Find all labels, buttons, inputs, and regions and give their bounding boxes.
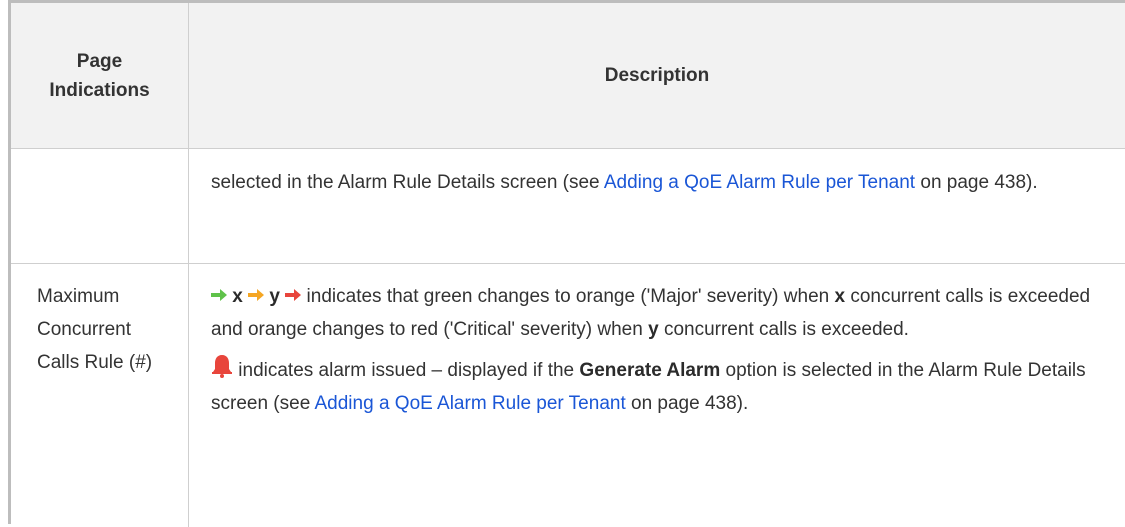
description-cell: x y indicates that green changes to oran… bbox=[189, 264, 1125, 527]
table-row: Maximum Concurrent Calls Rule (#) x y in… bbox=[11, 264, 1125, 527]
adding-qoe-alarm-rule-link[interactable]: Adding a QoE Alarm Rule per Tenant bbox=[315, 393, 626, 414]
indication-cell: Maximum Concurrent Calls Rule (#) bbox=[11, 264, 189, 527]
header-page-indications: Page Indications bbox=[11, 3, 189, 148]
page-reference-text: on page 438). bbox=[625, 393, 749, 414]
orange-arrow-icon bbox=[248, 289, 265, 301]
indication-cell bbox=[11, 149, 189, 263]
indication-label: Maximum Concurrent Calls Rule (#) bbox=[37, 286, 153, 373]
bold-x: x bbox=[834, 286, 846, 307]
table-header-row: Page Indications Description bbox=[11, 3, 1125, 149]
generate-alarm-option: Generate Alarm bbox=[579, 360, 721, 381]
bold-y: y bbox=[648, 319, 659, 340]
indications-table: Page Indications Description selected in… bbox=[8, 0, 1125, 527]
page-reference-text: on page 438). bbox=[915, 172, 1038, 193]
header-description-label: Description bbox=[604, 65, 710, 86]
threshold-y-variable: y bbox=[269, 286, 280, 307]
header-page-indications-label: Page Indications bbox=[49, 50, 150, 101]
description-text: selected in the Alarm Rule Details scree… bbox=[211, 172, 604, 193]
threshold-paragraph: x y indicates that green changes to oran… bbox=[211, 280, 1103, 346]
threshold-text-end: concurrent calls is exceeded. bbox=[658, 319, 909, 340]
green-arrow-icon bbox=[211, 289, 227, 301]
threshold-text: indicates that green changes to orange (… bbox=[301, 286, 835, 307]
description-cell: selected in the Alarm Rule Details scree… bbox=[189, 149, 1125, 263]
threshold-x-variable: x bbox=[232, 286, 243, 307]
alarm-text: indicates alarm issued – displayed if th… bbox=[233, 360, 580, 381]
header-description: Description bbox=[189, 3, 1125, 148]
alarm-bell-icon bbox=[212, 355, 232, 378]
adding-qoe-alarm-rule-link[interactable]: Adding a QoE Alarm Rule per Tenant bbox=[604, 172, 915, 193]
alarm-paragraph: indicates alarm issued – displayed if th… bbox=[211, 354, 1103, 420]
table-row: selected in the Alarm Rule Details scree… bbox=[11, 149, 1125, 264]
red-arrow-icon bbox=[285, 289, 302, 301]
